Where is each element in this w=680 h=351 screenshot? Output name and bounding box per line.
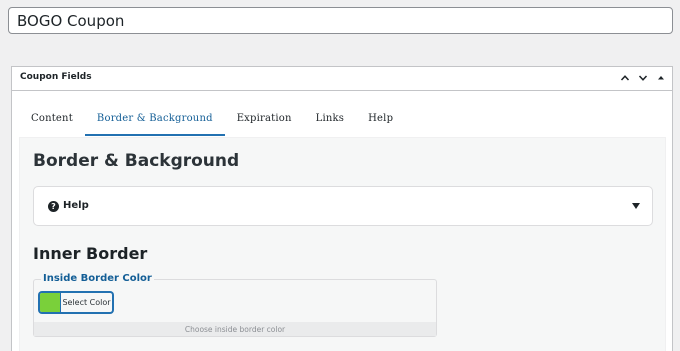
metabox-header: Coupon Fields	[12, 67, 672, 91]
caret-up-icon	[657, 76, 664, 80]
toggle-panel-button[interactable]	[653, 70, 668, 86]
move-down-button[interactable]	[635, 70, 650, 86]
caret-down-icon	[632, 203, 640, 209]
metabox-title: Coupon Fields	[20, 72, 92, 82]
tab-links[interactable]: Links	[304, 103, 356, 136]
post-title-input[interactable]	[8, 7, 673, 34]
tab-border-background[interactable]: Border & Background	[84, 103, 225, 136]
inside-border-color-field: Inside Border Color Select Color Choose …	[33, 273, 437, 337]
tab-expiration[interactable]: Expiration	[225, 103, 304, 136]
select-color-label: Select Color	[62, 298, 111, 307]
chevron-down-icon	[638, 75, 647, 81]
help-accordion-label: Help	[63, 200, 89, 211]
question-circle-icon: ?	[48, 201, 59, 212]
field-description: Choose inside border color	[34, 322, 436, 336]
coupon-fields-metabox: Coupon Fields Content Border & Backgroun…	[11, 66, 673, 351]
color-swatch	[40, 293, 61, 312]
help-accordion[interactable]: ? Help	[33, 186, 653, 226]
tab-content[interactable]: Content	[19, 103, 85, 136]
coupon-tabs: Content Border & Background Expiration L…	[19, 103, 405, 136]
move-up-button[interactable]	[617, 70, 632, 86]
metabox-handle-actions	[617, 70, 668, 86]
section-heading: Inner Border	[33, 244, 148, 263]
panel-title: Border & Background	[33, 151, 240, 171]
tab-panel: Border & Background ? Help Inner Border …	[19, 137, 666, 351]
field-legend: Inside Border Color	[41, 273, 154, 284]
chevron-up-icon	[620, 75, 629, 81]
tab-help[interactable]: Help	[356, 103, 405, 136]
select-color-button[interactable]: Select Color	[39, 292, 113, 313]
